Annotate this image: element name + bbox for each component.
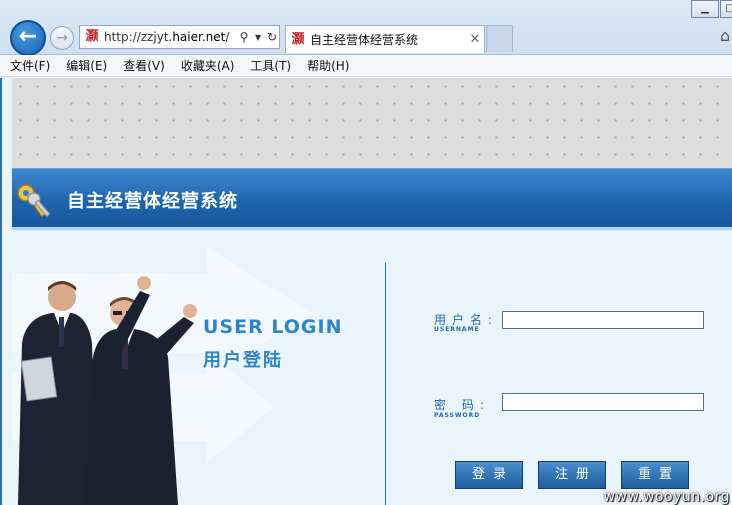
site-favicon-icon: 灏 bbox=[85, 29, 99, 44]
page-title: 自主经营体经营系统 bbox=[67, 191, 238, 212]
register-button[interactable]: 注册 bbox=[538, 461, 606, 489]
page-content: 自主经营体经营系统 USER LOGIN 用户登陆 用户名: USERNAME … bbox=[0, 78, 732, 505]
tab-close-icon[interactable]: ✕ bbox=[466, 32, 484, 47]
menu-file[interactable]: 文件(F) bbox=[10, 57, 50, 74]
login-button[interactable]: 登录 bbox=[455, 461, 523, 489]
business-people-image bbox=[18, 276, 197, 505]
minimize-button[interactable]: ▁ bbox=[691, 0, 719, 18]
refresh-icon[interactable]: ↻ bbox=[265, 30, 279, 44]
back-arrow-icon: ← bbox=[18, 24, 38, 49]
password-input[interactable] bbox=[502, 393, 704, 411]
reset-button[interactable]: 重置 bbox=[621, 461, 689, 489]
user-login-heading: USER LOGIN bbox=[203, 316, 343, 338]
browser-tab[interactable]: 灏 自主经营体经营系统 ✕ bbox=[285, 25, 485, 53]
menu-help[interactable]: 帮助(H) bbox=[307, 57, 349, 74]
password-sublabel: PASSWORD bbox=[434, 412, 481, 419]
forward-button[interactable]: → bbox=[50, 26, 74, 50]
maximize-button[interactable]: □ bbox=[720, 0, 732, 18]
password-label: 密 码: bbox=[434, 398, 490, 412]
address-bar[interactable]: 灏 http://zzjyt.haier.net/ ⚲ ▾ ↻ bbox=[79, 25, 280, 49]
menu-edit[interactable]: 编辑(E) bbox=[66, 57, 107, 74]
forward-arrow-icon: → bbox=[56, 30, 68, 46]
title-banner: 自主经营体经营系统 bbox=[12, 168, 732, 230]
browser-chrome: ▁ □ ← → 灏 http://zzjyt.haier.net/ ⚲ ▾ ↻ … bbox=[0, 0, 732, 56]
address-url[interactable]: http://zzjyt.haier.net/ bbox=[104, 30, 237, 44]
login-panel: USER LOGIN 用户登陆 用户名: USERNAME 密 码: PASSW… bbox=[12, 233, 732, 505]
watermark-text: www.wooyun.org bbox=[603, 489, 730, 505]
dotted-header-pattern bbox=[12, 78, 732, 168]
dropdown-chevron-icon[interactable]: ▾ bbox=[251, 30, 265, 44]
screen: ▁ □ ← → 灏 http://zzjyt.haier.net/ ⚲ ▾ ↻ … bbox=[0, 0, 732, 505]
tab-favicon-icon: 灏 bbox=[291, 31, 305, 47]
new-tab-button[interactable] bbox=[486, 25, 513, 52]
user-login-heading-cn: 用户登陆 bbox=[203, 350, 283, 371]
menu-tools[interactable]: 工具(T) bbox=[250, 57, 291, 74]
menu-favorites[interactable]: 收藏夹(A) bbox=[181, 57, 235, 74]
search-icon[interactable]: ⚲ bbox=[237, 30, 251, 44]
username-sublabel: USERNAME bbox=[434, 326, 480, 333]
username-input[interactable] bbox=[502, 311, 704, 329]
menu-view[interactable]: 查看(V) bbox=[123, 57, 165, 74]
keys-icon bbox=[17, 184, 51, 218]
home-icon[interactable]: ⌂ bbox=[720, 26, 730, 45]
vertical-divider bbox=[385, 263, 386, 505]
menu-bar: 文件(F) 编辑(E) 查看(V) 收藏夹(A) 工具(T) 帮助(H) bbox=[0, 55, 732, 77]
tab-title: 自主经营体经营系统 bbox=[310, 33, 419, 47]
back-button[interactable]: ← bbox=[10, 20, 46, 56]
